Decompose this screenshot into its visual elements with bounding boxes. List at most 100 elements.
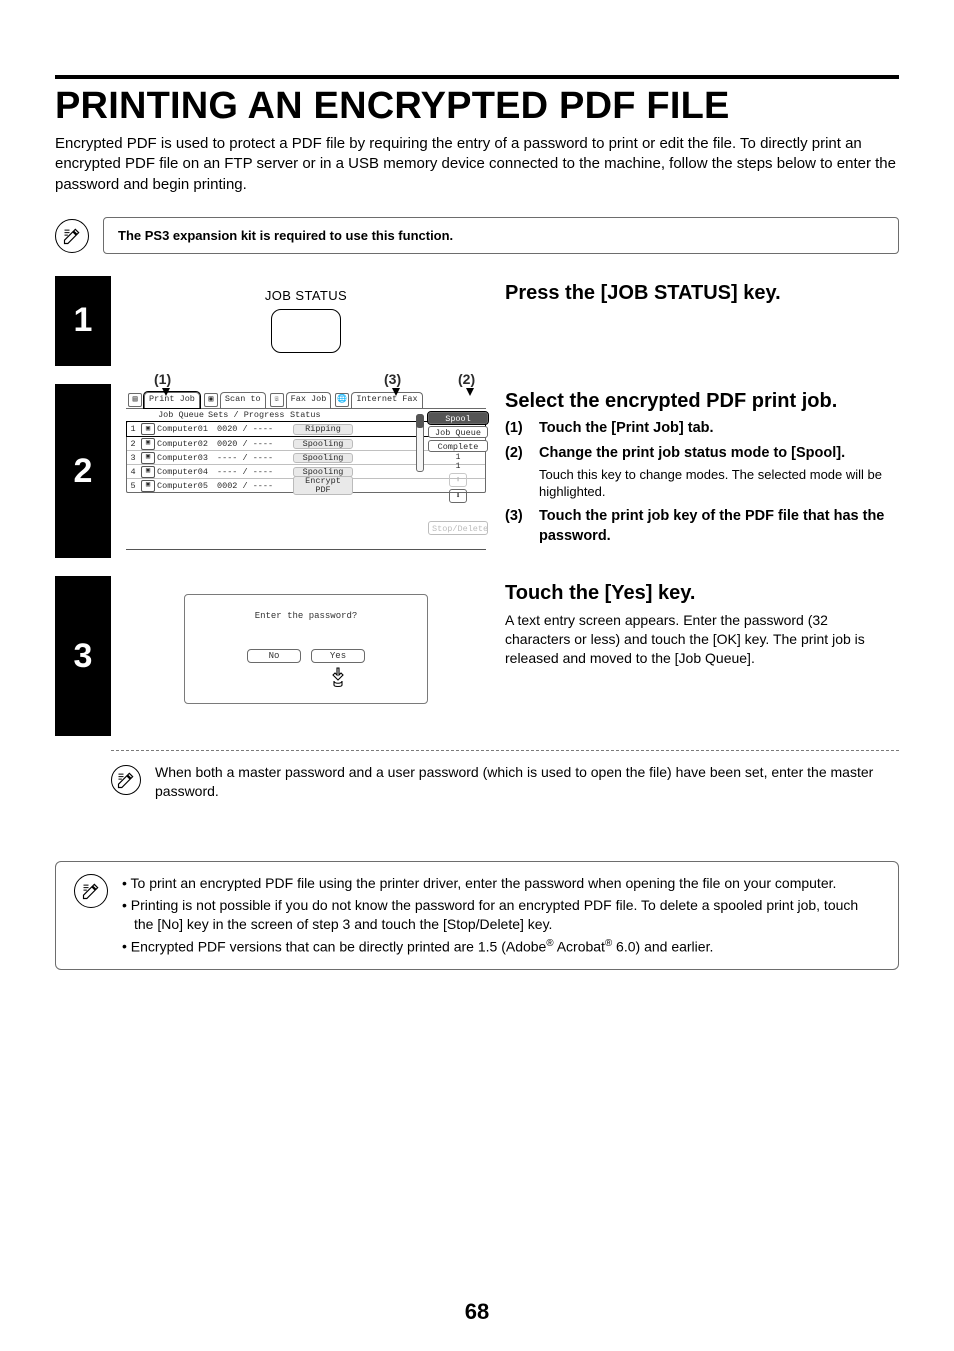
mode-spool[interactable]: Spool [428,412,488,424]
page-counter-total: 1 [428,463,488,471]
tab-scan-to[interactable]: Scan to [220,392,266,408]
row-name: Computer02 [157,440,217,449]
job-icon: ▣ [141,423,155,435]
pencil-icon [55,219,89,253]
row-progress: 0002 / ---- [217,482,293,491]
bottom-note-1: To print an encrypted PDF file using the… [122,874,880,894]
no-button[interactable]: No [247,649,301,663]
step-3-text: Touch the [Yes] key. A text entry screen… [501,576,899,736]
callout-row: (1) (3) (2) [126,372,486,394]
job-icon: ▣ [141,466,155,478]
yes-button[interactable]: Yes [311,649,365,663]
step-number-3: 3 [55,576,111,736]
step-1-text: Press the [JOB STATUS] key. [501,276,899,366]
row-status: Spooling [293,453,353,464]
substep-lead: Touch the [Print Job] tab. [539,420,714,436]
globe-icon: 🌐 [335,393,349,407]
scroll-thumb[interactable] [416,414,424,428]
substep-sub: Touch this key to change modes. The sele… [539,466,895,501]
substep-3: (3) Touch the print job key of the PDF f… [505,507,895,546]
col-progress: Sets / Progress [208,411,290,420]
scan-icon: ▣ [204,393,218,407]
step-3-inner-note: When both a master password and a user p… [55,763,899,801]
row-progress: 0020 / ---- [217,440,293,449]
scroll-down-button[interactable]: ⬇ [449,489,467,503]
requirement-note: The PS3 expansion kit is required to use… [55,217,899,254]
arrow-down-icon [162,388,170,396]
tab-print-job[interactable]: Print Job [144,392,200,408]
substep-marker: (1) [505,419,535,439]
row-progress: ---- / ---- [217,454,293,463]
col-jobqueue: Job Queue [130,411,208,420]
fax-icon: ☏ [270,393,284,407]
substep-2: (2) Change the print job status mode to … [505,444,895,501]
step-2-title: Select the encrypted PDF print job. [505,390,895,413]
row-index: 3 [127,454,139,463]
tab-fax-job[interactable]: Fax Job [286,392,332,408]
registered-icon: ® [546,938,553,949]
row-name: Computer03 [157,454,217,463]
pencil-icon [74,874,108,908]
requirement-text: The PS3 expansion kit is required to use… [103,217,899,254]
stop-delete-button[interactable]: Stop/Delete [428,521,488,535]
dashed-separator [111,750,899,751]
dialog-message: Enter the password? [195,611,417,621]
job-icon: ▣ [141,452,155,464]
substep-marker: (2) [505,444,535,464]
bottom-note: To print an encrypted PDF file using the… [55,861,899,970]
substep-1: (1) Touch the [Print Job] tab. [505,419,895,439]
row-index: 4 [127,468,139,477]
screen-tabs: ▤ Print Job ▣ Scan to ☏ Fax Job 🌐 Intern… [126,392,486,408]
bn3-pre: Encrypted PDF versions that can be direc… [131,938,547,954]
row-name: Computer04 [157,468,217,477]
step-3-illustration: Enter the password? No Yes [111,576,501,736]
pointer-icon [227,665,449,689]
top-rule [55,75,899,79]
substep-marker: (3) [505,507,535,527]
row-status: Encrypt PDF [293,476,353,495]
substep-lead: Change the print job status mode to [Spo… [539,445,845,461]
hardware-key-label: JOB STATUS [121,288,491,303]
job-status-screen: (1) (3) (2) ▤ Print Job ▣ Scan to ☏ Fax … [126,392,486,551]
step-1-title: Press the [JOB STATUS] key. [505,282,895,305]
page-title: PRINTING AN ENCRYPTED PDF FILE [55,85,899,128]
pencil-icon [111,765,141,795]
arrow-down-icon [466,388,474,396]
bottom-note-3: Encrypted PDF versions that can be direc… [122,937,880,957]
substep-lead: Touch the print job key of the PDF file … [539,508,884,544]
step-1: 1 JOB STATUS Press the [JOB STATUS] key. [55,276,899,366]
job-status-key[interactable] [271,309,341,353]
callout-3: (3) [384,372,401,386]
step-3-body: A text entry screen appears. Enter the p… [505,611,895,668]
row-progress: 0020 / ---- [217,425,293,434]
mode-jobqueue[interactable]: Job Queue [428,426,488,438]
row-progress: ---- / ---- [217,468,293,477]
step-number-1: 1 [55,276,111,366]
job-icon: ▣ [141,480,155,492]
mode-complete[interactable]: Complete [428,440,488,452]
col-status: Status [290,411,350,420]
scroll-up-button[interactable]: ⬆ [449,473,467,487]
row-index: 2 [127,440,139,449]
intro-paragraph: Encrypted PDF is used to protect a PDF f… [55,134,899,195]
page-number: 68 [0,1299,954,1325]
step-2-text: Select the encrypted PDF print job. (1) … [501,384,899,559]
step-3: 3 Enter the password? No Yes Touch the [… [55,576,899,801]
bn3-post: 6.0) and earlier. [612,938,713,954]
row-status: Ripping [293,424,353,435]
step-1-illustration: JOB STATUS [111,276,501,366]
step-2: 2 (1) (3) (2) ▤ Print Job ▣ Scan to ☏ Fa… [55,384,899,559]
row-index: 1 [127,425,139,434]
screen-sidebar: Spool Job Queue Complete 1 1 ⬆ ⬇ Stop/De… [428,412,488,535]
step-3-title: Touch the [Yes] key. [505,582,895,605]
step-2-illustration: (1) (3) (2) ▤ Print Job ▣ Scan to ☏ Fax … [111,384,501,559]
tab-internet-fax[interactable]: Internet Fax [351,392,422,408]
printer-icon: ▤ [128,393,142,407]
step-3-inner-note-text: When both a master password and a user p… [155,763,899,801]
page-counter: 1 [428,454,488,462]
callout-1: (1) [154,372,171,386]
job-icon: ▣ [141,438,155,450]
bn3-mid: Acrobat [554,938,605,954]
arrow-down-icon [392,388,400,396]
row-index: 5 [127,482,139,491]
